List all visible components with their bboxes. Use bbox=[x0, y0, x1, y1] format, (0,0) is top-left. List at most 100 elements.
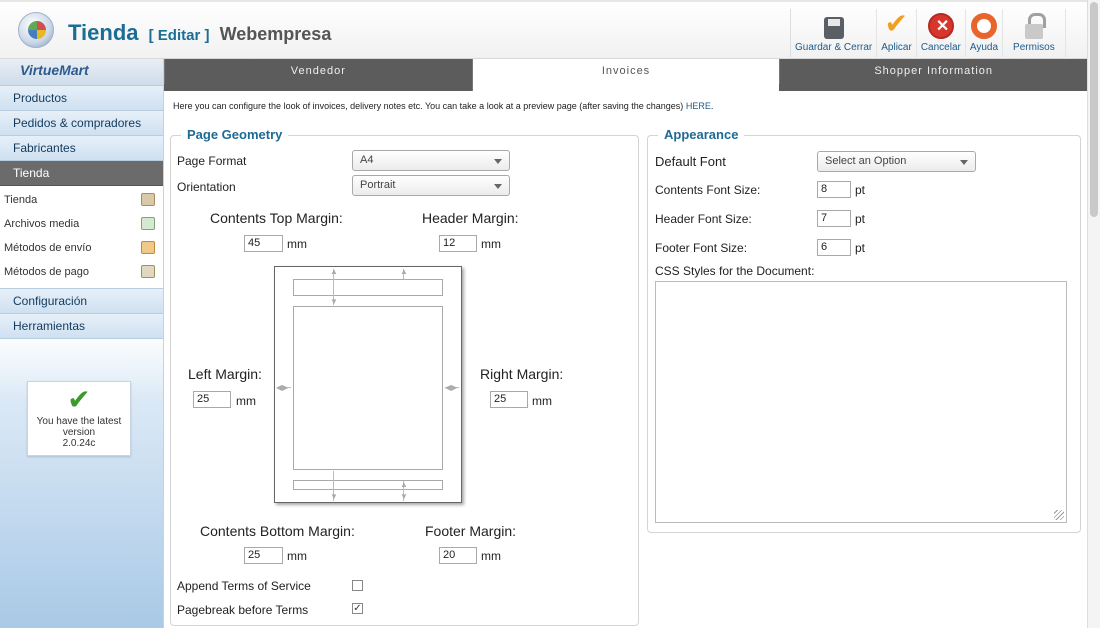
tab-vendedor[interactable]: Vendedor bbox=[164, 59, 472, 91]
sidebar-item-fabricantes[interactable]: Fabricantes bbox=[0, 136, 163, 161]
sidebar-item-pedidos[interactable]: Pedidos & compradores bbox=[0, 111, 163, 136]
orientation-select[interactable]: Portrait bbox=[352, 175, 510, 196]
appearance-legend: Appearance bbox=[658, 127, 745, 142]
header-margin-label: Header Margin: bbox=[422, 210, 519, 226]
shop-icon bbox=[141, 193, 155, 206]
sidebar-subitem-media[interactable]: Archivos media bbox=[0, 212, 163, 236]
sidebar-submenu: Tienda Archivos media Métodos de envío M… bbox=[0, 186, 163, 289]
subitem-label: Métodos de pago bbox=[4, 266, 90, 278]
arrow-up-icon: ▲ bbox=[400, 267, 408, 276]
page-layout-diagram: ▲ ▼ ▲ ▼ ▲ ▼ ◀▶ ◀▶ bbox=[274, 266, 462, 503]
help-button[interactable]: Ayuda bbox=[966, 9, 1004, 57]
sidebar-subitem-tienda[interactable]: Tienda bbox=[0, 188, 163, 212]
unit-pt: pt bbox=[855, 241, 866, 255]
scrollbar-thumb[interactable] bbox=[1090, 2, 1098, 217]
sidebar-subitem-envio[interactable]: Métodos de envío bbox=[0, 236, 163, 260]
cancel-label: Cancelar bbox=[920, 42, 961, 53]
header-bar: Tienda [ Editar ] Webempresa Guardar & C… bbox=[0, 0, 1100, 59]
unit-mm: mm bbox=[532, 394, 552, 408]
sidebar-item-configuracion[interactable]: Configuración bbox=[0, 289, 163, 314]
info-period: . bbox=[710, 101, 714, 111]
header-margin-input[interactable]: 12 bbox=[439, 235, 477, 252]
page-format-select[interactable]: A4 bbox=[352, 150, 510, 171]
info-text: Here you can configure the look of invoi… bbox=[173, 101, 713, 111]
version-status-box: ✔ You have the latest version 2.0.24c bbox=[27, 381, 131, 456]
sidebar-item-tienda[interactable]: Tienda bbox=[0, 161, 163, 186]
contents-top-margin-label: Contents Top Margin: bbox=[210, 210, 343, 226]
css-styles-textarea[interactable] bbox=[655, 281, 1067, 523]
diagram-header-area bbox=[293, 279, 443, 296]
info-description: Here you can configure the look of invoi… bbox=[173, 101, 684, 111]
footer-margin-input[interactable]: 20 bbox=[439, 547, 477, 564]
page-geometry-legend: Page Geometry bbox=[181, 127, 289, 142]
contents-bottom-margin-label: Contents Bottom Margin: bbox=[200, 523, 355, 539]
right-margin-label: Right Margin: bbox=[480, 366, 564, 382]
version-number: 2.0.24c bbox=[62, 438, 96, 449]
permissions-label: Permisos bbox=[1013, 42, 1055, 53]
payment-icon bbox=[141, 265, 155, 278]
default-font-value: Select an Option bbox=[825, 155, 907, 167]
tab-invoices[interactable]: Invoices bbox=[471, 59, 780, 91]
check-icon bbox=[883, 7, 911, 40]
cancel-button[interactable]: Cancelar bbox=[917, 9, 966, 57]
sidebar-subitem-pago[interactable]: Métodos de pago bbox=[0, 260, 163, 284]
left-margin-input[interactable]: 25 bbox=[193, 391, 231, 408]
append-terms-checkbox[interactable] bbox=[352, 580, 363, 591]
arrow-up-icon: ▲ bbox=[330, 267, 338, 276]
page-format-label: Page Format bbox=[177, 154, 247, 168]
unit-mm: mm bbox=[287, 237, 307, 251]
css-styles-label: CSS Styles for the Document: bbox=[655, 264, 815, 278]
contents-font-size-label: Contents Font Size: bbox=[655, 183, 761, 197]
version-text-line2: version bbox=[62, 427, 96, 438]
page-format-value: A4 bbox=[360, 154, 374, 166]
contents-font-size-input[interactable]: 8 bbox=[817, 181, 851, 198]
page-scrollbar[interactable] bbox=[1087, 0, 1100, 628]
arrow-left-icon: ◀▶ bbox=[276, 383, 289, 392]
resize-grip-icon[interactable] bbox=[1054, 510, 1064, 520]
unit-mm: mm bbox=[236, 394, 256, 408]
edit-label: [ Editar ] bbox=[148, 27, 210, 44]
tab-bar: Vendedor Invoices Shopper Information bbox=[164, 59, 1088, 91]
unit-mm: mm bbox=[287, 549, 307, 563]
orientation-label: Orientation bbox=[177, 180, 236, 194]
unit-mm: mm bbox=[481, 549, 501, 563]
unit-pt: pt bbox=[855, 212, 866, 226]
default-font-select[interactable]: Select an Option bbox=[817, 151, 976, 172]
arrow-down-icon: ▼ bbox=[330, 297, 338, 306]
version-text-line1: You have the latest bbox=[36, 416, 122, 427]
save-close-label: Guardar & Cerrar bbox=[795, 42, 873, 53]
subitem-label: Archivos media bbox=[4, 218, 80, 230]
arrow-down-icon: ▼ bbox=[400, 492, 408, 501]
save-icon bbox=[823, 17, 844, 39]
contents-top-margin-input[interactable]: 45 bbox=[244, 235, 283, 252]
header-font-size-label: Header Font Size: bbox=[655, 212, 752, 226]
footer-font-size-input[interactable]: 6 bbox=[817, 239, 851, 256]
virtuemart-logo[interactable]: VirtueMart bbox=[0, 59, 163, 86]
diagram-footer-area bbox=[293, 480, 443, 490]
toolbar: Guardar & Cerrar Aplicar Cancelar Ayuda … bbox=[790, 7, 1066, 57]
contents-bottom-margin-input[interactable]: 25 bbox=[244, 547, 283, 564]
lifebuoy-icon bbox=[970, 13, 997, 39]
arrow-up-icon: ▲ bbox=[400, 480, 408, 489]
permissions-button[interactable]: Permisos bbox=[1003, 9, 1066, 57]
pagebreak-terms-checkbox[interactable]: ✓ bbox=[352, 603, 363, 614]
help-label: Ayuda bbox=[969, 42, 999, 53]
subitem-label: Tienda bbox=[4, 194, 38, 206]
unit-mm: mm bbox=[481, 237, 501, 251]
checkmark-icon: ✔ bbox=[67, 384, 91, 415]
sidebar-item-productos[interactable]: Productos bbox=[0, 86, 163, 111]
diagram-content-area bbox=[293, 306, 443, 470]
subitem-label: Métodos de envío bbox=[4, 242, 92, 254]
unit-pt: pt bbox=[855, 183, 866, 197]
right-margin-input[interactable]: 25 bbox=[490, 391, 528, 408]
header-font-size-input[interactable]: 7 bbox=[817, 210, 851, 227]
arrow-right-icon: ◀▶ bbox=[445, 383, 458, 392]
page-title-text: Tienda bbox=[68, 20, 139, 45]
save-close-button[interactable]: Guardar & Cerrar bbox=[791, 9, 878, 57]
apply-button[interactable]: Aplicar bbox=[877, 7, 917, 57]
cancel-icon bbox=[927, 13, 954, 39]
append-terms-label: Append Terms of Service bbox=[177, 579, 311, 593]
sidebar-item-herramientas[interactable]: Herramientas bbox=[0, 314, 163, 339]
page-title: Tienda [ Editar ] Webempresa bbox=[68, 20, 331, 46]
preview-link[interactable]: HERE bbox=[686, 101, 711, 111]
